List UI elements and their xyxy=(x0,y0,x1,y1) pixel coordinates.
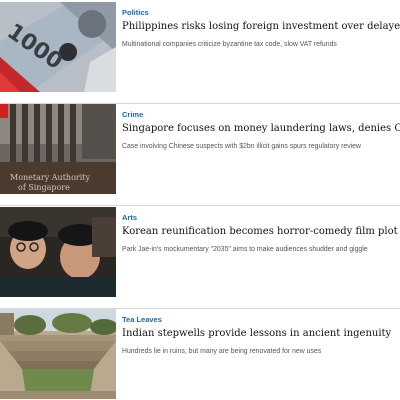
article-card-stepwells[interactable]: Tea Leaves Indian stepwells provide less… xyxy=(0,309,400,399)
article-summary: Park Jae-in's mockumentary "2035" aims t… xyxy=(122,246,368,253)
article-category[interactable]: Tea Leaves xyxy=(122,315,400,325)
news-feed: 1000 Politics Philippines risks losing f… xyxy=(0,0,400,400)
article-summary: Hundreds lie in ruins, but many are bein… xyxy=(122,348,322,355)
article-card-philippines[interactable]: 1000 Politics Philippines risks losing f… xyxy=(0,2,400,92)
article-headline[interactable]: Singapore focuses on money laundering la… xyxy=(122,122,400,136)
article-headline[interactable]: Philippines risks losing foreign investm… xyxy=(122,20,400,34)
article-summary: Case involving Chinese suspects with $2b… xyxy=(122,143,361,150)
article-category[interactable]: Arts xyxy=(122,213,400,223)
film-still-image[interactable] xyxy=(0,207,116,297)
divider xyxy=(0,205,400,206)
article-headline[interactable]: Indian stepwells provide lessons in anci… xyxy=(122,327,400,341)
article-category[interactable]: Crime xyxy=(122,110,400,120)
singapore-building-image[interactable]: Monetary Authority of Singapore xyxy=(0,104,116,194)
article-headline[interactable]: Korean reunification becomes horror-come… xyxy=(122,225,400,239)
article-card-korean-film[interactable]: Arts Korean reunification becomes horror… xyxy=(0,207,400,297)
stepwell-image[interactable] xyxy=(0,309,116,399)
article-summary: Multinational companies criticize byzant… xyxy=(122,41,337,48)
svg-text:Monetary Authority: Monetary Authority xyxy=(10,173,90,182)
article-card-singapore[interactable]: Monetary Authority of Singapore Crime Si… xyxy=(0,104,400,194)
article-category[interactable]: Politics xyxy=(122,8,400,18)
peso-banknotes-image[interactable]: 1000 xyxy=(0,2,116,92)
svg-text:of Singapore: of Singapore xyxy=(18,183,70,192)
